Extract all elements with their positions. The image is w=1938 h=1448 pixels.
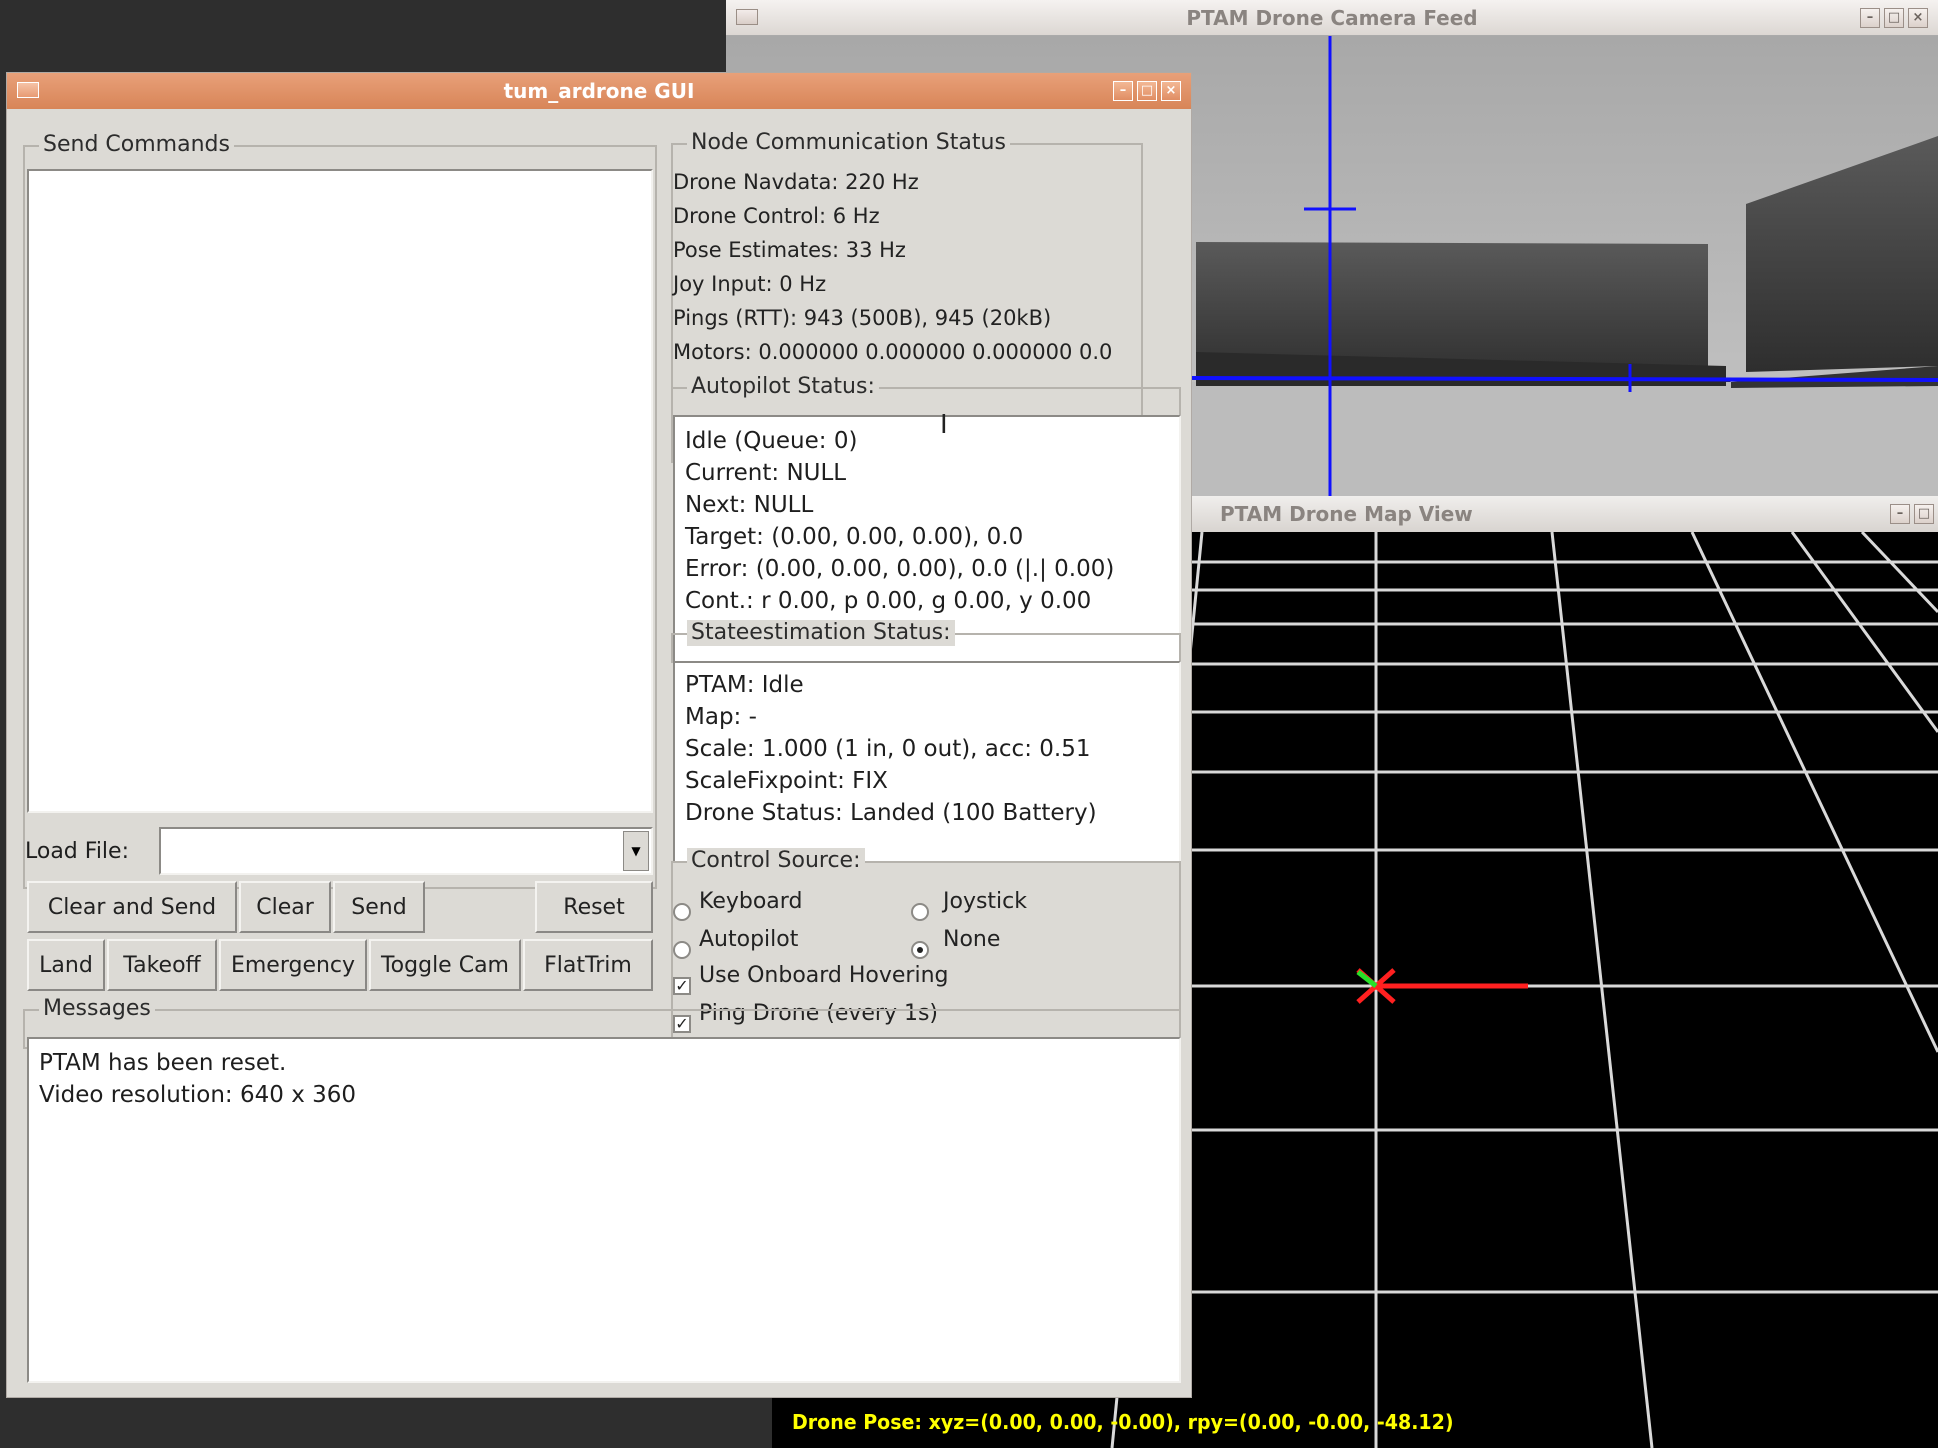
stateestimation-status-title: Stateestimation Status: — [687, 620, 955, 646]
stateestimation-status-group: Stateestimation Status: — [671, 620, 1181, 663]
flattrim-button[interactable]: FlatTrim — [523, 939, 653, 991]
node-status-lines: Drone Navdata: 220 Hz Drone Control: 6 H… — [673, 165, 1143, 369]
scale-fixpoint: ScaleFixpoint: FIX — [685, 768, 888, 794]
gui-title: tum_ardrone GUI — [503, 79, 695, 103]
send-button[interactable]: Send — [333, 881, 425, 933]
motors-readout: Motors: 0.000000 0.000000 0.000000 0.0 — [673, 340, 1113, 364]
control-source-title: Control Source: — [687, 848, 865, 874]
text-cursor-icon: I — [940, 410, 948, 440]
autopilot-current: Current: NULL — [685, 460, 847, 486]
drone-status: Drone Status: Landed (100 Battery) — [685, 800, 1097, 826]
keyboard-radio[interactable] — [673, 903, 691, 921]
messages-title: Messages — [39, 996, 155, 1022]
keyboard-label[interactable]: Keyboard — [699, 889, 802, 914]
scale-state: Scale: 1.000 (1 in, 0 out), acc: 0.51 — [685, 736, 1091, 762]
node-status-title: Node Communication Status — [687, 130, 1010, 156]
minimize-icon[interactable]: – — [1890, 504, 1910, 524]
maximize-icon[interactable]: □ — [1884, 8, 1904, 28]
messages-box[interactable]: PTAM has been reset. Video resolution: 6… — [27, 1037, 1181, 1383]
gui-titlebar[interactable]: tum_ardrone GUI – □ × — [7, 73, 1191, 109]
drone-pose-readout: Drone Pose: xyz=(0.00, 0.00, -0.00), rpy… — [792, 1410, 1454, 1434]
emergency-button[interactable]: Emergency — [219, 939, 367, 991]
autopilot-label[interactable]: Autopilot — [699, 927, 798, 952]
autopilot-error: Error: (0.00, 0.00, 0.00), 0.0 (|.| 0.00… — [685, 556, 1115, 582]
minimize-icon[interactable]: – — [1860, 8, 1880, 28]
maximize-icon[interactable]: □ — [1914, 504, 1934, 524]
drone-control-rate: Drone Control: 6 Hz — [673, 204, 880, 228]
autopilot-next: Next: NULL — [685, 492, 814, 518]
ptam-state: PTAM: Idle — [685, 672, 804, 698]
camera-feed-title: PTAM Drone Camera Feed — [1186, 5, 1478, 30]
pings-rtt: Pings (RTT): 943 (500B), 945 (20kB) — [673, 306, 1052, 330]
close-icon[interactable]: × — [1161, 81, 1181, 101]
use-onboard-hovering-checkbox[interactable]: ✓ — [673, 977, 691, 995]
gui-window: tum_ardrone GUI – □ × Send Commands Load… — [6, 72, 1192, 1398]
message-line: PTAM has been reset. — [39, 1050, 287, 1076]
autopilot-status-group: Autopilot Status: — [671, 374, 1181, 417]
window-menu-icon[interactable] — [17, 82, 39, 98]
chevron-down-icon[interactable]: ▼ — [623, 831, 649, 871]
map-view-title: PTAM Drone Map View — [1220, 502, 1473, 526]
toggle-cam-button[interactable]: Toggle Cam — [369, 939, 521, 991]
drone-navdata-rate: Drone Navdata: 220 Hz — [673, 170, 919, 194]
use-onboard-hovering-label[interactable]: Use Onboard Hovering — [699, 963, 949, 988]
map-view-titlebar[interactable]: PTAM Drone Map View – □ — [1180, 496, 1938, 532]
takeoff-button[interactable]: Takeoff — [107, 939, 217, 991]
maximize-icon[interactable]: □ — [1137, 81, 1157, 101]
message-line: Video resolution: 640 x 360 — [39, 1082, 357, 1108]
minimize-icon[interactable]: – — [1113, 81, 1133, 101]
land-button[interactable]: Land — [27, 939, 105, 991]
none-radio[interactable] — [911, 941, 929, 959]
clear-and-send-button[interactable]: Clear and Send — [27, 881, 237, 933]
joystick-label[interactable]: Joystick — [943, 889, 1027, 914]
commands-textarea[interactable] — [27, 169, 653, 813]
autopilot-radio[interactable] — [673, 941, 691, 959]
joystick-radio[interactable] — [911, 903, 929, 921]
load-file-label: Load File: — [25, 839, 129, 864]
map-state: Map: - — [685, 704, 757, 730]
clear-button[interactable]: Clear — [239, 881, 331, 933]
pose-estimates-rate: Pose Estimates: 33 Hz — [673, 238, 906, 262]
reset-button[interactable]: Reset — [535, 881, 653, 933]
camera-feed-titlebar[interactable]: PTAM Drone Camera Feed – □ × — [726, 0, 1938, 36]
autopilot-target: Target: (0.00, 0.00, 0.00), 0.0 — [685, 524, 1024, 550]
joy-input-rate: Joy Input: 0 Hz — [673, 272, 827, 296]
window-menu-icon[interactable] — [736, 9, 758, 25]
autopilot-control: Cont.: r 0.00, p 0.00, g 0.00, y 0.00 — [685, 588, 1092, 614]
load-file-dropdown[interactable]: ▼ — [159, 827, 653, 875]
autopilot-state: Idle (Queue: 0) — [685, 428, 858, 454]
send-commands-title: Send Commands — [39, 132, 234, 158]
autopilot-status-title: Autopilot Status: — [687, 374, 879, 400]
close-icon[interactable]: × — [1908, 8, 1928, 28]
none-label[interactable]: None — [943, 927, 1000, 952]
